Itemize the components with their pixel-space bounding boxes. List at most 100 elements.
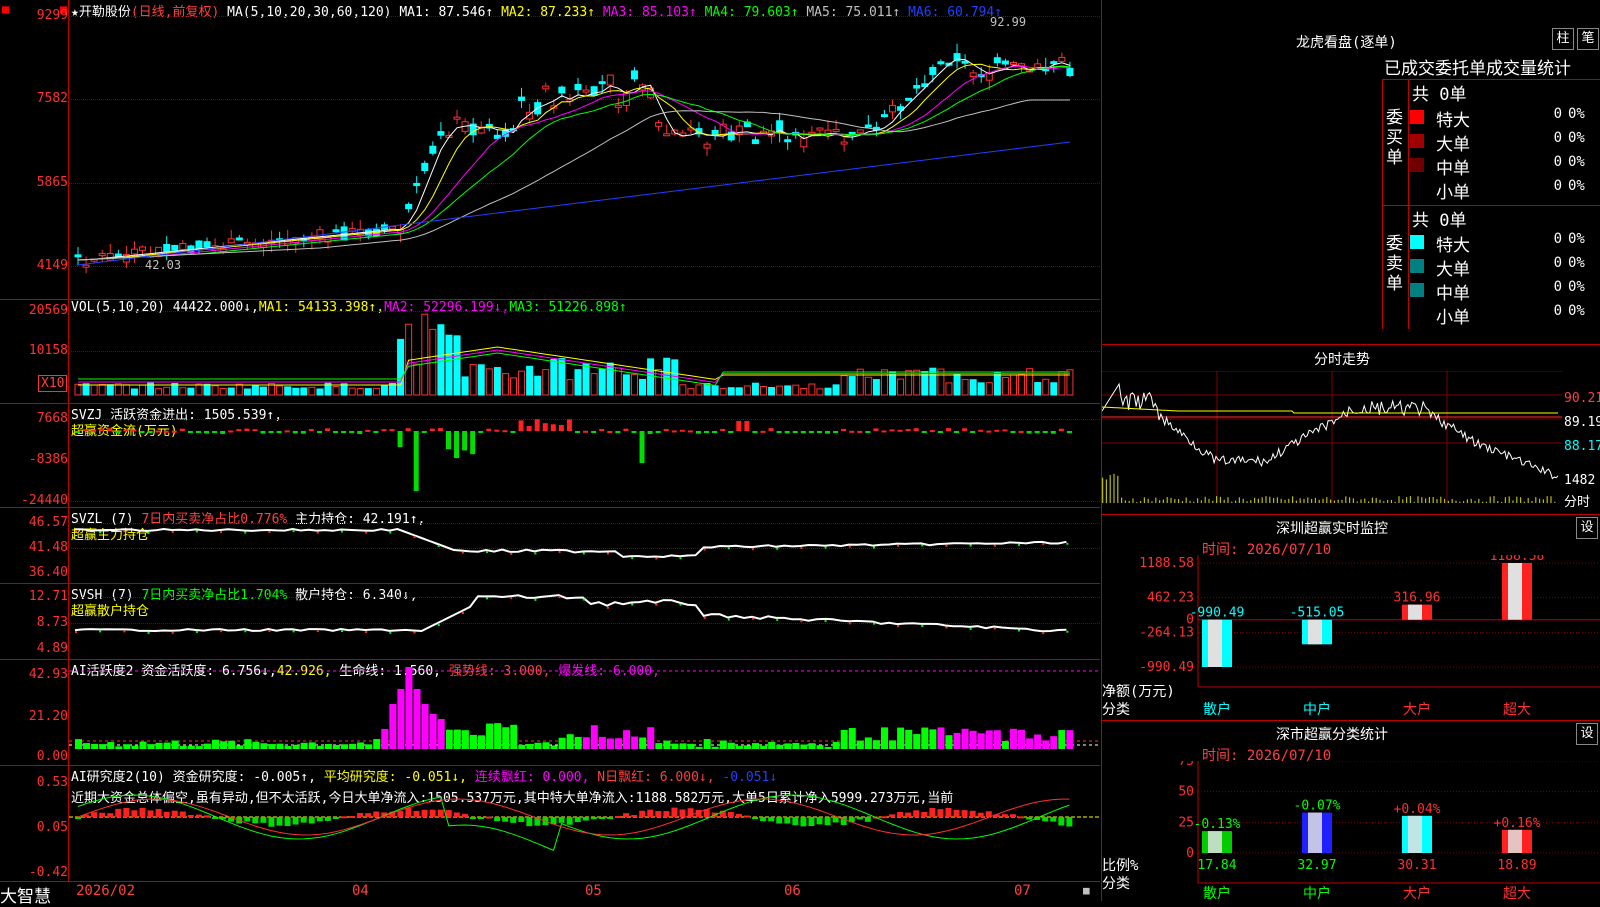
holding-tick [872,546,875,549]
volume-panel[interactable]: VOL(5,10,20) 44422.000↓,MA1: 54133.398↑,… [0,299,1100,404]
svzj-panel[interactable]: SVZJ 活跃资金进出: 1505.539↑, 超赢资金流(万元) 7668 -… [0,403,1100,508]
retail-holding-chart[interactable] [69,583,1100,658]
main-holding-chart[interactable] [69,507,1100,582]
ai-activity-panel[interactable]: AI活跃度2 资金活跃度: 6.756↓,42.926, 生命线: 1.560,… [0,659,1100,766]
activity-bar [792,742,800,749]
intraday-volume-bar [1140,500,1142,503]
holding-tick [365,630,368,633]
activity-bar [816,745,824,749]
ma-line-5 [77,99,1070,261]
lock-icon[interactable]: ■ [1083,884,1090,897]
holding-tick [945,626,948,629]
research-bar [969,810,976,817]
kline-legend: ★开勒股份(日线,前复权) MA(5,10,20,30,60,120) MA1:… [71,1,1002,20]
kline-panel[interactable]: ■ ■ ★开勒股份(日线,前复权) MA(5,10,20,30,60,120) … [0,0,1100,300]
monitor-bar-chart[interactable]: 1188.58462.230-264.13-990.49-990.49 -515.… [1102,555,1600,703]
holding-tick [582,552,585,555]
research-bar [163,811,170,817]
volume-bar [163,386,171,396]
research-chart[interactable] [69,765,1100,880]
fund-flow-bar [566,419,572,431]
research-bar [123,807,130,817]
fund-flow-bar [776,431,782,433]
holding-tick [365,531,368,534]
volume-bar [235,383,243,396]
activity-bar [945,735,953,749]
classify-bar-chart[interactable]: 75 50 25 0-0.13% 17.84 -0.07% 32.97 +0.04% 30.31… [1102,761,1600,889]
fund-flow-bar [623,428,629,431]
fund-flow-bar [873,428,879,431]
candle [703,143,711,149]
candle [130,248,138,255]
research-bar [131,810,138,817]
intraday-volume-bar [1273,498,1275,503]
holding-tick [171,530,174,533]
research-bar [1042,817,1049,822]
volume-bar [348,387,356,396]
monitor-category: 大户 [1403,702,1431,718]
classify-panel[interactable]: 深市超赢分类统计 设 时间: 2026/07/10 比例% 分类 75 50 25 0… [1101,720,1600,902]
stock-title: ★开勒股份 [71,5,131,20]
classify-bar-highlight [1508,829,1522,853]
monitor-settings-button[interactable]: 设 [1576,517,1598,539]
intraday-volume-bar [1185,497,1187,503]
intraday-panel[interactable]: 分时走势 90.21 89.19 88.17 1482 分时 [1101,344,1600,515]
volume-chart[interactable] [69,307,1100,402]
research-bar [469,817,476,819]
activity-bar [848,728,856,749]
classify-settings-button[interactable]: 设 [1576,723,1598,745]
holding-tick [195,630,198,633]
intraday-title: 分时走势 [1314,352,1370,368]
intraday-volume-bar [1174,499,1176,503]
svsh-panel[interactable]: SVSH (7) 7日内买卖净占比1.704% 散户持仓: 6.340↓, 超赢… [0,583,1100,660]
candle [622,92,630,107]
fund-flow-bar [244,428,250,431]
fund-flow-bar [260,431,266,434]
activity-bar [115,746,123,749]
research-bar [373,811,380,817]
intraday-volume-bar [1292,496,1294,503]
research-bar [558,817,565,823]
intraday-volume-bar [1398,496,1400,503]
monitor-panel[interactable]: 深圳超赢实时监控 设 时间: 2026/07/10 净额(万元) 分类 1188… [1101,514,1600,721]
intraday-volume-bar [1349,497,1351,503]
research-bar [349,815,356,818]
activity-bar [123,744,131,749]
intraday-volume-bar [1485,501,1487,503]
intraday-volume-bar [1162,499,1164,503]
intraday-volume-bar [1151,501,1153,503]
activity-bar [961,728,969,749]
activity-chart[interactable] [69,659,1100,764]
volume-bar [872,379,880,396]
intraday-volume-bar [1265,496,1267,503]
svzl-panel[interactable]: SVZL (7) 7日内买卖净占比0.776% 主力持仓: 42.191↑, 超… [0,507,1100,584]
candle [614,104,622,108]
intraday-chart[interactable] [1102,371,1562,511]
fund-flow-bar [752,431,758,434]
chart-mode: (日线,前复权) [130,5,220,20]
vol-y-tick: 10158 [28,343,68,358]
activity-bar [365,744,373,749]
fund-flow-bar [147,431,153,434]
intraday-volume-bar [1364,498,1366,503]
holding-tick [123,630,126,633]
dragon-tiger-panel[interactable]: 龙虎看盘(逐单) 柱 笔 已成交委托单成交量统计 委买单 委卖单 共 0单 共 … [1101,0,1600,344]
candlestick-chart[interactable] [69,20,1100,298]
research-bar [300,817,307,823]
fund-flow-bar [454,431,460,459]
fund-flow-chart[interactable] [69,403,1100,506]
fund-flow-bar [986,430,992,433]
activity-bar [268,744,276,749]
holding-tick [220,530,223,533]
research-bar [590,817,597,820]
fund-flow-bar [131,429,137,432]
fund-flow-bar [171,430,177,433]
activity-bar [889,740,897,749]
research-bar [832,817,839,823]
bar-mode-button[interactable]: 柱 [1552,28,1574,50]
activity-bar [727,742,735,749]
tick-mode-button[interactable]: 笔 [1577,28,1599,50]
volume-bar [574,369,582,396]
ai-research-panel[interactable]: AI研究度2(10) 资金研究度: -0.005↑, 平均研究度: -0.051… [0,765,1100,881]
candle [969,72,977,77]
